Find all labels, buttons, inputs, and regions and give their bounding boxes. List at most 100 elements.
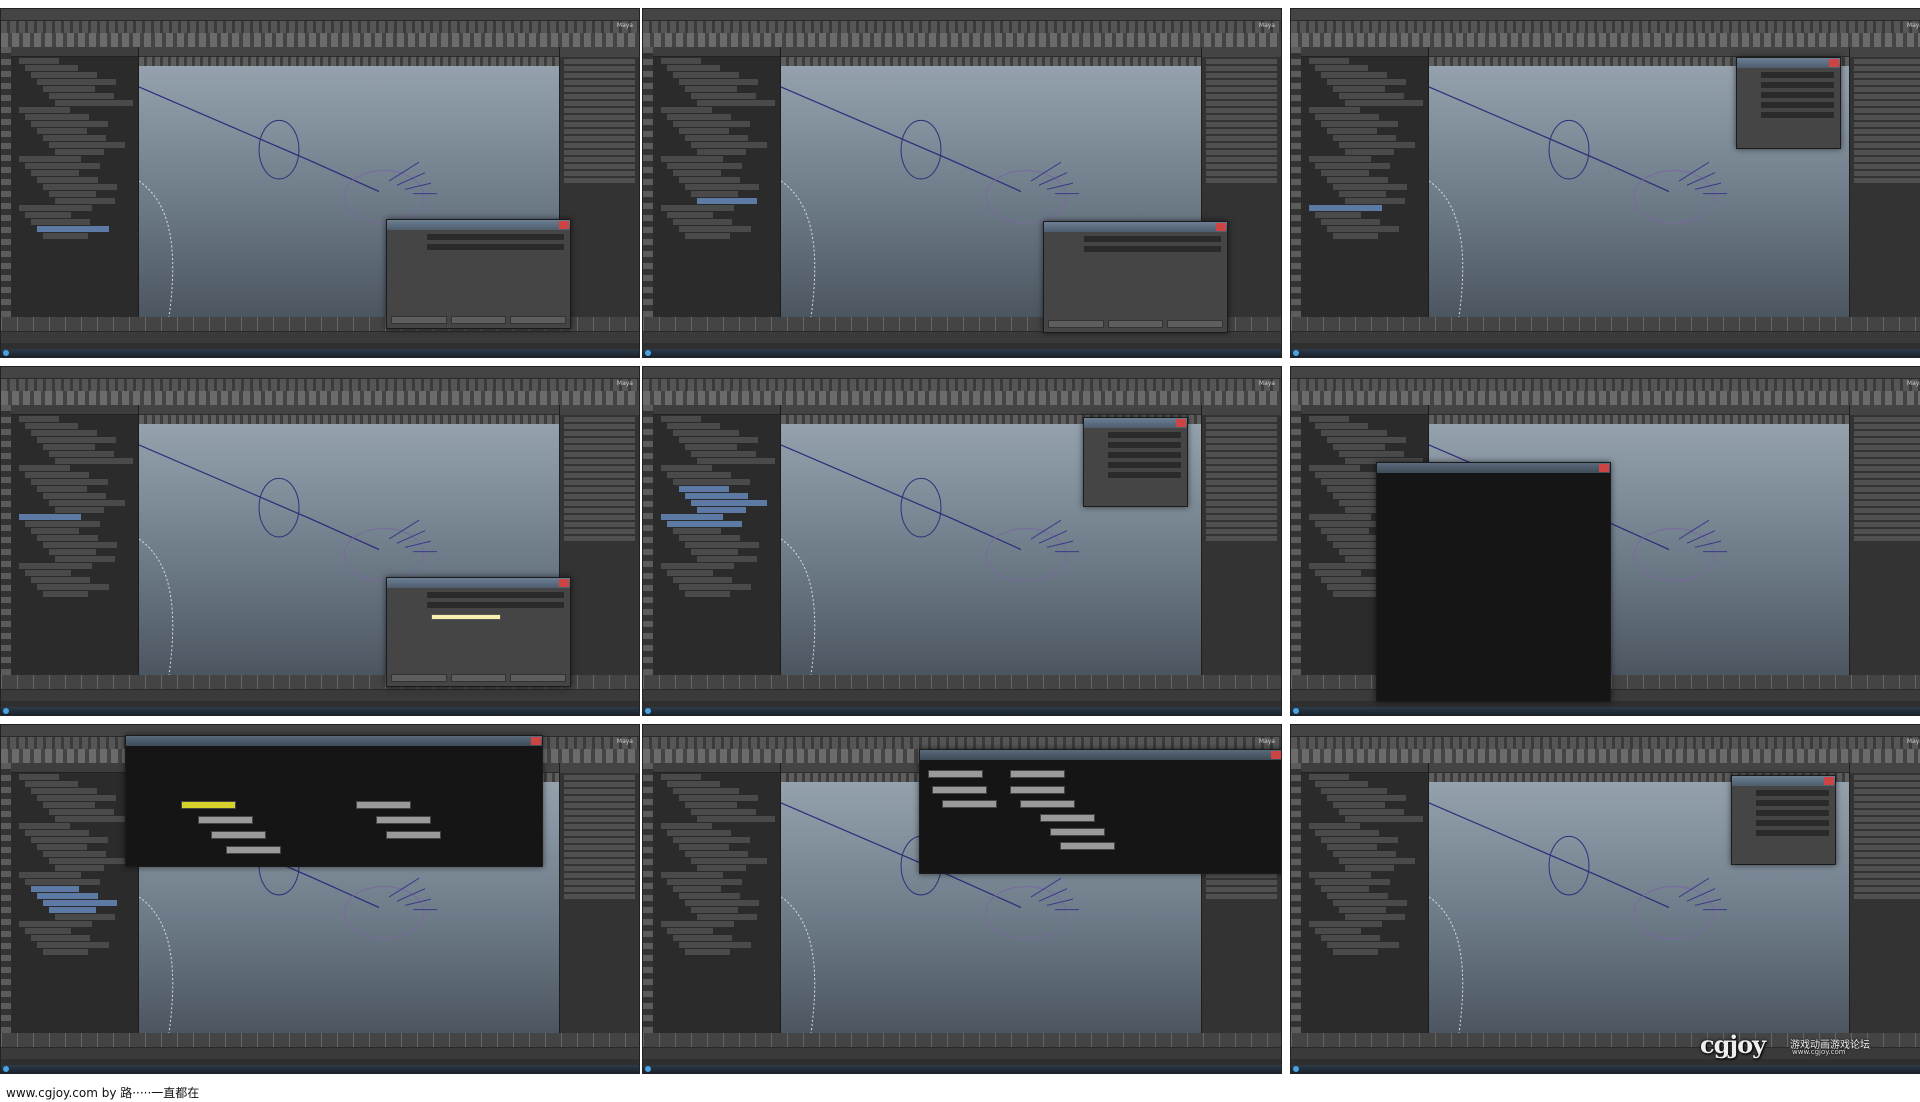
- outliner-item[interactable]: [37, 535, 98, 541]
- joint-node[interactable]: [226, 846, 281, 854]
- main-menubar[interactable]: [643, 367, 1281, 379]
- outliner-item[interactable]: [37, 177, 98, 183]
- outliner-item[interactable]: [661, 921, 734, 927]
- channel-row[interactable]: [564, 824, 635, 829]
- channel-row[interactable]: [564, 431, 635, 436]
- start-button-icon[interactable]: [1293, 350, 1299, 356]
- channel-row[interactable]: [564, 494, 635, 499]
- channel-row[interactable]: [564, 873, 635, 878]
- channel-row[interactable]: [1854, 171, 1920, 176]
- outliner-item[interactable]: [43, 802, 95, 808]
- range-slider[interactable]: [1, 331, 639, 343]
- outliner-item[interactable]: [1315, 212, 1361, 218]
- channel-row[interactable]: [564, 501, 635, 506]
- channel-row[interactable]: [564, 859, 635, 864]
- channel-row[interactable]: [1206, 143, 1277, 148]
- shelf-toolbar[interactable]: [643, 33, 1281, 47]
- channel-row[interactable]: [564, 473, 635, 478]
- outliner-item[interactable]: [1339, 858, 1415, 864]
- outliner-item[interactable]: [661, 823, 712, 829]
- channel-box[interactable]: [1849, 405, 1920, 675]
- outliner-item[interactable]: [1345, 100, 1423, 106]
- viewport-menu[interactable]: [781, 47, 1201, 57]
- outliner-menu[interactable]: [653, 405, 780, 415]
- outliner-item[interactable]: [1309, 156, 1371, 162]
- tool-box[interactable]: [1291, 405, 1301, 675]
- channel-row[interactable]: [564, 522, 635, 527]
- channel-row[interactable]: [1854, 438, 1920, 443]
- outliner-item[interactable]: [1309, 416, 1349, 422]
- channel-row[interactable]: [1854, 473, 1920, 478]
- outliner-item[interactable]: [31, 121, 108, 127]
- channel-row[interactable]: [1854, 445, 1920, 450]
- joint-node[interactable]: [1010, 770, 1065, 778]
- outliner-item[interactable]: [1345, 865, 1394, 871]
- outliner-item[interactable]: [19, 156, 81, 162]
- viewport-toolbar[interactable]: [781, 57, 1201, 66]
- apply-button[interactable]: [450, 316, 507, 324]
- settings-field[interactable]: [1756, 800, 1829, 806]
- outliner-item[interactable]: [667, 830, 731, 836]
- outliner-item[interactable]: [673, 528, 721, 534]
- outliner-item[interactable]: [1309, 872, 1371, 878]
- channel-row[interactable]: [564, 508, 635, 513]
- joint-node[interactable]: [198, 816, 253, 824]
- joint-node[interactable]: [932, 786, 987, 794]
- settings-field[interactable]: [1756, 790, 1829, 796]
- outliner-item[interactable]: [1321, 430, 1387, 436]
- outliner-item[interactable]: [1333, 851, 1396, 857]
- tool-box[interactable]: [1291, 47, 1301, 317]
- start-button-icon[interactable]: [645, 708, 651, 714]
- outliner-item[interactable]: [37, 893, 98, 899]
- outliner-item[interactable]: [49, 858, 125, 864]
- channel-row[interactable]: [1206, 431, 1277, 436]
- outliner-item[interactable]: [685, 135, 748, 141]
- close-icon[interactable]: [559, 579, 569, 587]
- tool-box[interactable]: [643, 47, 653, 317]
- start-button-icon[interactable]: [1293, 708, 1299, 714]
- channel-row[interactable]: [1854, 859, 1920, 864]
- outliner-item[interactable]: [55, 556, 115, 562]
- channel-row[interactable]: [1206, 108, 1277, 113]
- outliner-item[interactable]: [685, 184, 759, 190]
- outliner-item[interactable]: [685, 802, 737, 808]
- outliner-item[interactable]: [49, 809, 114, 815]
- outliner-item[interactable]: [697, 149, 746, 155]
- channel-row[interactable]: [1854, 417, 1920, 422]
- replace-with-field[interactable]: [1084, 246, 1221, 252]
- settings-field[interactable]: [1761, 112, 1834, 118]
- channel-row[interactable]: [1854, 80, 1920, 85]
- outliner-item[interactable]: [49, 93, 114, 99]
- channel-row[interactable]: [1854, 880, 1920, 885]
- viewport-menu[interactable]: [1429, 47, 1849, 57]
- outliner-item[interactable]: [49, 549, 96, 555]
- outliner-item[interactable]: [667, 423, 720, 429]
- channel-row[interactable]: [1854, 101, 1920, 106]
- outliner-item[interactable]: [25, 570, 71, 576]
- outliner-item[interactable]: [55, 507, 104, 513]
- outliner-item[interactable]: [667, 114, 731, 120]
- outliner-item[interactable]: [667, 472, 731, 478]
- viewport-toolbar[interactable]: [139, 57, 559, 66]
- outliner-item[interactable]: [661, 205, 734, 211]
- outliner-item[interactable]: [691, 142, 767, 148]
- shelf-toolbar[interactable]: [1, 391, 639, 405]
- channel-row[interactable]: [1206, 515, 1277, 520]
- outliner-item[interactable]: [697, 100, 775, 106]
- channel-row[interactable]: [1206, 880, 1277, 885]
- outliner-item[interactable]: [1339, 907, 1386, 913]
- channel-row[interactable]: [564, 157, 635, 162]
- close-button[interactable]: [1167, 320, 1224, 328]
- outliner-item[interactable]: [1339, 142, 1415, 148]
- outliner-item[interactable]: [31, 935, 90, 941]
- channel-row[interactable]: [1206, 115, 1277, 120]
- outliner-item[interactable]: [37, 226, 109, 232]
- channel-row[interactable]: [564, 445, 635, 450]
- outliner-item[interactable]: [37, 584, 109, 590]
- channel-row[interactable]: [1206, 887, 1277, 892]
- outliner-item[interactable]: [1321, 935, 1380, 941]
- outliner-panel[interactable]: [653, 763, 781, 1033]
- outliner-item[interactable]: [1327, 795, 1406, 801]
- range-slider[interactable]: [643, 689, 1281, 701]
- channel-row[interactable]: [1854, 129, 1920, 134]
